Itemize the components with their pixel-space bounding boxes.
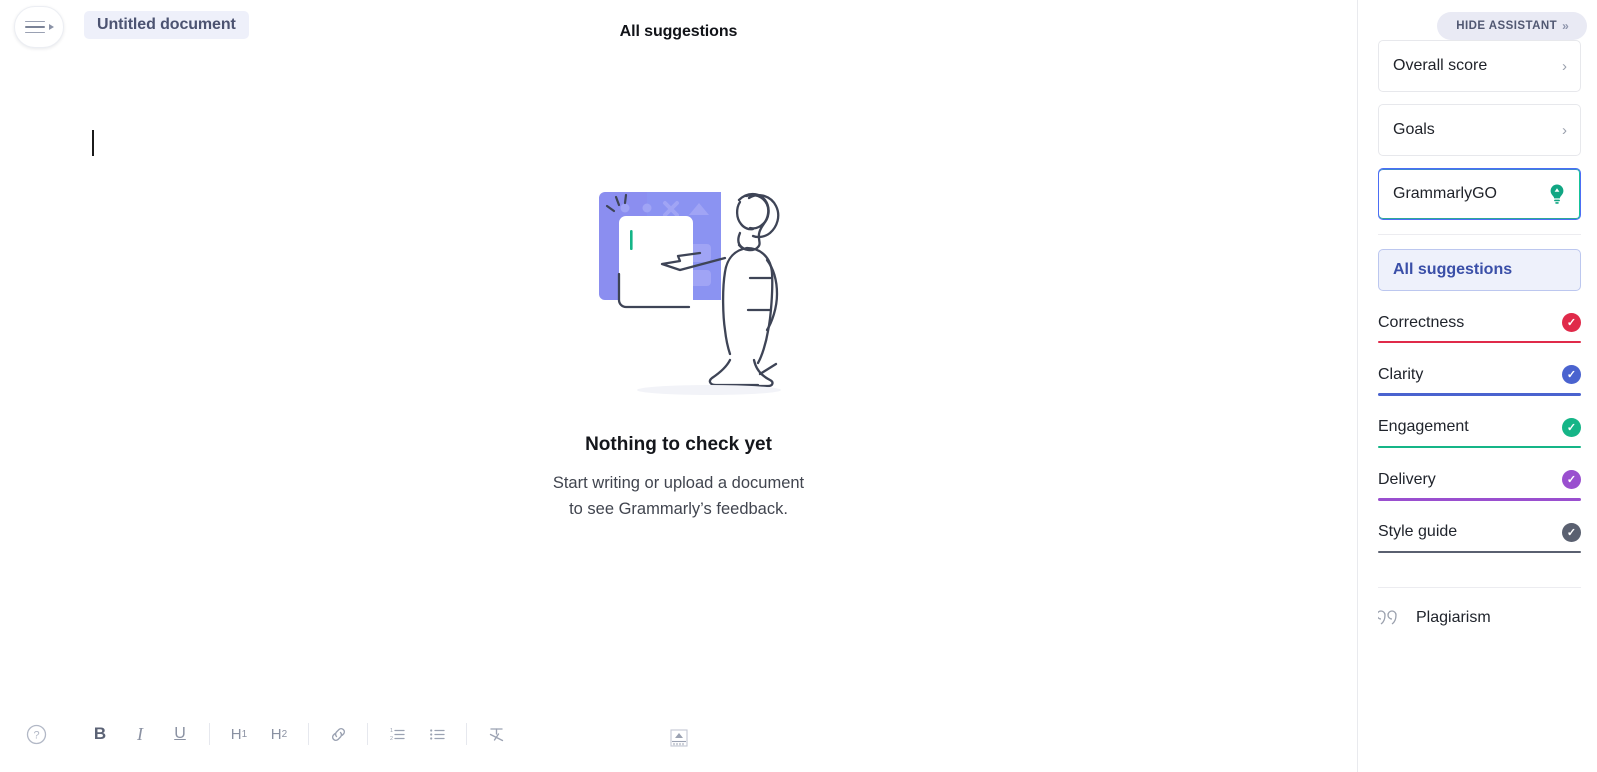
grammarly-editor-window: Untitled document All suggestions Nothin… [0, 0, 1597, 772]
double-chevron-right-icon: » [1562, 19, 1569, 33]
help-button[interactable]: ? [16, 716, 56, 752]
hide-assistant-button[interactable]: HIDE ASSISTANT » [1437, 12, 1587, 40]
category-label: Clarity [1378, 365, 1424, 383]
quotation-marks-icon [1378, 610, 1397, 625]
toolbar-divider [209, 723, 210, 745]
link-icon [331, 727, 345, 741]
plagiarism-item[interactable]: Plagiarism [1378, 588, 1581, 628]
check-circle-icon: ✓ [1562, 417, 1581, 437]
sidebar-divider [1378, 234, 1581, 235]
toolbar-divider [308, 723, 309, 745]
heading-1-button[interactable]: H1 [219, 716, 259, 752]
check-circle-icon: ✓ [1562, 365, 1581, 385]
heading-2-sub: 2 [281, 728, 288, 740]
category-label: Delivery [1378, 470, 1436, 488]
check-circle-icon: ✓ [1562, 522, 1581, 542]
heading-2-button[interactable]: H2 [259, 716, 299, 752]
toolbar-divider [466, 723, 467, 745]
editor-pane: Untitled document All suggestions Nothin… [0, 0, 1357, 772]
heading-1-sub: 1 [241, 728, 248, 740]
bullet-list-icon [429, 728, 445, 740]
category-clarity[interactable]: Clarity ✓ [1378, 343, 1581, 396]
category-style-guide[interactable]: Style guide ✓ [1378, 501, 1581, 553]
numbered-list-button[interactable]: 1 2 [377, 716, 417, 752]
goals-label: Goals [1393, 121, 1435, 138]
overall-score-card[interactable]: Overall score › [1378, 40, 1581, 92]
chevron-right-icon: › [1562, 57, 1567, 75]
check-circle-icon: ✓ [1562, 313, 1581, 332]
all-suggestions-filter[interactable]: All suggestions [1378, 249, 1581, 291]
document-body[interactable] [0, 56, 1357, 696]
heading-2-label: H [270, 725, 282, 743]
toolbar-divider [367, 723, 368, 745]
category-label: Style guide [1378, 523, 1458, 541]
resize-handle-button[interactable] [667, 726, 691, 750]
hide-assistant-label: HIDE ASSISTANT [1456, 20, 1558, 32]
heading-1-label: H [230, 725, 242, 743]
category-delivery[interactable]: Delivery ✓ [1378, 448, 1581, 501]
italic-button[interactable]: I [120, 716, 160, 752]
category-underline [1378, 550, 1581, 553]
help-circle-icon: ? [26, 724, 46, 744]
category-correctness[interactable]: Correctness ✓ [1378, 291, 1581, 344]
numbered-list-icon: 1 2 [390, 728, 405, 742]
category-label: Correctness [1378, 313, 1465, 331]
svg-text:1: 1 [390, 728, 393, 734]
chevron-right-icon: › [1562, 121, 1567, 139]
grammarlygo-card[interactable]: GrammarlyGO [1378, 168, 1581, 220]
formatting-toolbar: ? B I U H1 H2 1 2 [0, 696, 1357, 772]
clear-formatting-icon [489, 727, 503, 741]
bold-button[interactable]: B [80, 716, 120, 752]
plagiarism-label: Plagiarism [1416, 608, 1491, 626]
grammarlygo-label: GrammarlyGO [1393, 185, 1497, 202]
text-caret [92, 130, 94, 156]
category-label: Engagement [1378, 418, 1469, 436]
svg-text:2: 2 [390, 736, 393, 742]
link-button[interactable] [318, 716, 358, 752]
category-engagement[interactable]: Engagement ✓ [1378, 396, 1581, 449]
overall-score-label: Overall score [1393, 57, 1488, 74]
svg-text:?: ? [33, 729, 39, 741]
lightbulb-icon [1550, 184, 1564, 204]
assistant-sidebar: HIDE ASSISTANT » Overall score › Goals ›… [1357, 0, 1597, 772]
page-title: All suggestions [619, 23, 738, 40]
resize-handle-icon [669, 729, 688, 747]
clear-formatting-button[interactable] [476, 716, 516, 752]
goals-card[interactable]: Goals › [1378, 104, 1581, 156]
underline-button[interactable]: U [160, 716, 200, 752]
editor-topbar: Untitled document All suggestions [0, 0, 1357, 56]
bullet-list-button[interactable] [417, 716, 457, 752]
check-circle-icon: ✓ [1562, 470, 1581, 490]
